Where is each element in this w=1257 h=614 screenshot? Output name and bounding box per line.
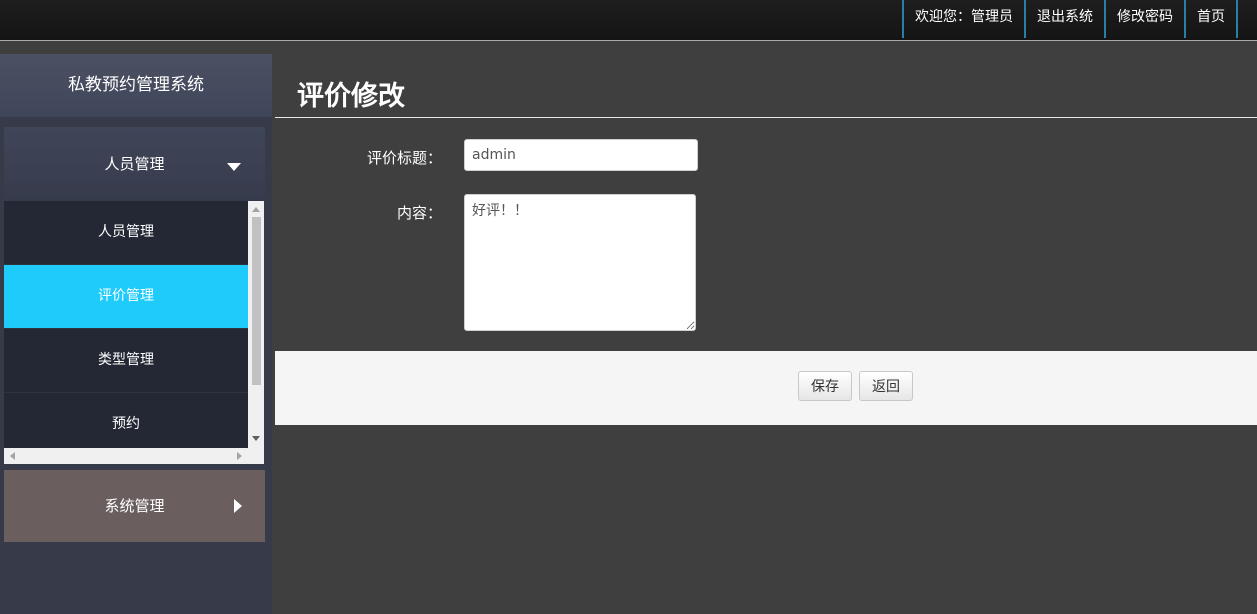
sidebar-item-types[interactable]: 类型管理 (4, 329, 248, 393)
submenu-personnel: 人员管理 评价管理 类型管理 预约 (4, 201, 264, 464)
horizontal-scrollbar[interactable] (4, 448, 264, 464)
nav-home[interactable]: 首页 (1184, 0, 1238, 38)
main-content: 评价修改 评价标题： 内容： 好评！！ 保存 返回 (275, 54, 1257, 614)
top-bar: 欢迎您：管理员 退出系统 修改密码 首页 (0, 0, 1257, 41)
home-link[interactable]: 首页 (1197, 9, 1225, 25)
form-actions: 保存 返回 (275, 351, 1257, 425)
nav-logout[interactable]: 退出系统 (1024, 0, 1104, 38)
sidebar-item-reviews[interactable]: 评价管理 (4, 265, 248, 329)
menu-group-personnel[interactable]: 人员管理 (4, 127, 265, 201)
nav-change-password[interactable]: 修改密码 (1104, 0, 1184, 38)
save-button[interactable]: 保存 (798, 371, 852, 401)
change-password-link[interactable]: 修改密码 (1117, 9, 1173, 25)
top-nav: 欢迎您：管理员 退出系统 修改密码 首页 (902, 0, 1238, 38)
content-textarea[interactable]: 好评！！ (464, 194, 696, 331)
caret-right-icon (234, 499, 242, 513)
sidebar: 私教预约管理系统 人员管理 人员管理 评价管理 类型管理 预约 系统管理 (0, 54, 272, 614)
welcome-text: 欢迎您：管理员 (902, 0, 1024, 38)
scroll-thumb[interactable] (252, 217, 261, 385)
sidebar-item-personnel[interactable]: 人员管理 (4, 201, 248, 265)
sidebar-title: 私教预约管理系统 (0, 54, 272, 117)
menu-group-label: 系统管理 (104, 497, 165, 515)
title-label: 评价标题： (366, 149, 442, 167)
page-title: 评价修改 (297, 81, 405, 112)
content-label: 内容： (396, 204, 442, 222)
scroll-left-arrow-icon[interactable] (10, 452, 15, 460)
title-input[interactable] (464, 139, 698, 171)
caret-down-icon (227, 163, 241, 171)
menu-group-label: 人员管理 (104, 155, 165, 173)
logout-link[interactable]: 退出系统 (1037, 9, 1093, 25)
scroll-up-arrow-icon[interactable] (252, 207, 260, 212)
title-divider (275, 117, 1257, 118)
back-button[interactable]: 返回 (859, 371, 913, 401)
scroll-down-arrow-icon[interactable] (252, 436, 260, 441)
sidebar-item-booking[interactable]: 预约 (4, 393, 248, 456)
menu-group-system[interactable]: 系统管理 (4, 470, 265, 542)
scroll-right-arrow-icon[interactable] (237, 452, 242, 460)
vertical-scrollbar[interactable] (248, 201, 264, 448)
